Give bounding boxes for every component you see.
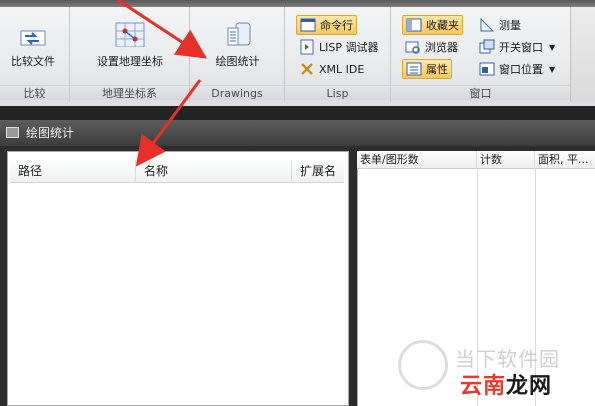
set-geo-coordinate-button[interactable]: 设置地理坐标 (70, 15, 190, 69)
measure-icon (479, 17, 495, 33)
favorites-label: 收藏夹 (426, 19, 459, 32)
geo-coordinate-icon (114, 15, 146, 48)
favorites-button[interactable]: 收藏夹 (402, 15, 463, 35)
watermark-text-accent: 云南 (460, 374, 507, 399)
group-label-window: 窗口 (391, 85, 570, 100)
window-position-button[interactable]: 窗口位置 ▼ (476, 59, 558, 79)
column-header-name[interactable]: 名称 (136, 160, 292, 183)
group-label-lisp: Lisp (285, 85, 390, 100)
xml-ide-button[interactable]: XML IDE (296, 59, 367, 79)
browser-button[interactable]: 浏览器 (402, 37, 461, 57)
panel-titlebar[interactable]: 绘图统计 (0, 120, 595, 146)
column-header-sheet-count[interactable]: 表单/图形数 (357, 151, 477, 169)
drawing-stats-icon (222, 15, 254, 47)
panel-title: 绘图统计 (26, 126, 75, 140)
group-label-compare: 比较 (0, 85, 69, 100)
window-position-icon (479, 61, 495, 77)
ribbon: 比较文件 比较 设置地理坐标 地理坐标系 绘图统计 Drawings 命令行 L… (0, 0, 595, 106)
measure-button[interactable]: 测量 (476, 15, 524, 35)
group-label-geo: 地理坐标系 (70, 85, 189, 100)
command-line-label: 命令行 (320, 19, 353, 32)
command-line-icon (300, 17, 316, 33)
measure-label: 测量 (499, 19, 521, 32)
column-header-extension[interactable]: 扩展名 (292, 160, 344, 183)
browser-icon (405, 39, 421, 55)
lisp-debugger-icon (299, 39, 315, 55)
group-label-drawings: Drawings (190, 85, 284, 100)
lisp-debugger-button[interactable]: LISP 调试器 (296, 37, 382, 57)
column-header-count[interactable]: 计数 (477, 151, 535, 169)
browser-label: 浏览器 (425, 41, 458, 54)
toggle-window-dropdown-icon[interactable]: ▼ (549, 43, 555, 52)
ribbon-overflow-area (570, 7, 595, 102)
xml-ide-icon (299, 61, 315, 77)
toggle-window-label: 开关窗口 (499, 41, 543, 54)
drawing-stats-button[interactable]: 绘图统计 (190, 15, 285, 69)
group-geo: 设置地理坐标 地理坐标系 (70, 7, 190, 102)
group-compare: 比较文件 比较 (0, 7, 70, 102)
watermark-text-rest: 龙网 (506, 374, 553, 399)
panel-window-icon (6, 127, 19, 138)
drawing-stats-label: 绘图统计 (215, 55, 260, 68)
favorites-icon (406, 17, 422, 33)
window-position-dropdown-icon[interactable]: ▼ (549, 65, 555, 74)
column-header-area[interactable]: 面积, 平... (535, 151, 595, 169)
properties-icon (406, 61, 422, 77)
window-position-label: 窗口位置 (499, 63, 543, 76)
file-list-header: 路径 名称 扩展名 (10, 160, 344, 183)
toggle-window-icon (479, 39, 495, 55)
properties-label: 属性 (426, 63, 448, 76)
group-drawings: 绘图统计 Drawings (190, 7, 285, 102)
stats-header: 表单/图形数 计数 面积, 平... (357, 151, 595, 169)
toggle-window-button[interactable]: 开关窗口 ▼ (476, 37, 558, 57)
properties-button[interactable]: 属性 (402, 59, 452, 79)
ribbon-top-edge (0, 0, 595, 7)
group-lisp: 命令行 LISP 调试器 XML IDE Lisp (285, 7, 391, 102)
workspace-gap (0, 106, 595, 120)
compare-files-button[interactable]: 比较文件 (0, 15, 66, 69)
column-header-path[interactable]: 路径 (10, 160, 136, 183)
command-line-button[interactable]: 命令行 (296, 15, 357, 35)
file-list-pane[interactable] (7, 151, 349, 406)
watermark-text-bottom: 云南龙网 (460, 368, 552, 400)
set-geo-coordinate-label: 设置地理坐标 (97, 55, 163, 68)
group-window: 收藏夹 浏览器 属性 测量 开关窗口 ▼ 窗口位置 ▼ 窗口 (391, 7, 570, 102)
lisp-debugger-label: LISP 调试器 (319, 41, 379, 54)
compare-files-icon (17, 15, 49, 47)
watermark-logo (398, 340, 448, 390)
xml-ide-label: XML IDE (319, 62, 365, 76)
compare-files-label: 比较文件 (11, 55, 55, 68)
